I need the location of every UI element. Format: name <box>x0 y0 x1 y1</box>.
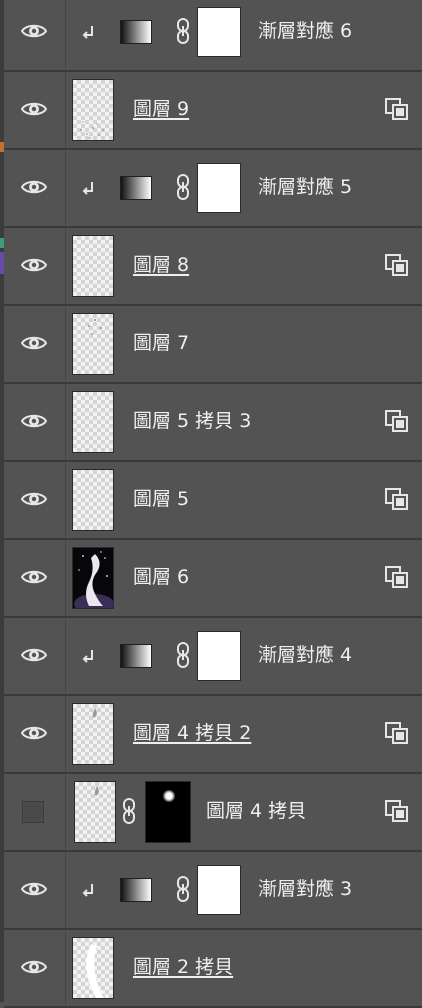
clipping-mask-icon <box>82 180 96 196</box>
visibility-column <box>4 930 66 1006</box>
layer-row[interactable]: 圖層 7 <box>4 306 422 384</box>
visibility-column <box>4 852 66 928</box>
layer-name[interactable]: 圖層 9 <box>133 98 189 120</box>
smart-object-icon <box>384 721 410 745</box>
layer-row[interactable]: 圖層 2 拷貝 <box>4 930 422 1008</box>
smart-object-icon <box>384 799 410 823</box>
link-chain-icon[interactable] <box>122 798 136 824</box>
eye-icon[interactable] <box>20 178 48 196</box>
layer-name[interactable]: 圖層 8 <box>133 254 189 276</box>
layer-row[interactable]: 圖層 9 <box>4 72 422 150</box>
smart-object-icon <box>384 409 410 433</box>
clipping-mask-icon <box>82 24 96 40</box>
gradient-map-icon[interactable] <box>120 878 152 902</box>
layer-row[interactable]: 漸層對應 3 <box>4 852 422 930</box>
layer-mask-thumbnail[interactable] <box>197 7 241 57</box>
layer-name[interactable]: 圖層 7 <box>133 332 189 354</box>
visibility-column <box>4 228 66 304</box>
layer-name[interactable]: 圖層 2 拷貝 <box>133 956 233 978</box>
gradient-map-icon[interactable] <box>120 176 152 200</box>
visibility-toggle-off[interactable] <box>22 801 44 823</box>
smart-object-icon <box>384 487 410 511</box>
layer-row[interactable]: 漸層對應 6 <box>4 0 422 72</box>
link-chain-icon[interactable] <box>176 174 190 200</box>
layer-thumbnail[interactable] <box>72 391 114 453</box>
layer-mask-thumbnail[interactable] <box>145 781 191 843</box>
layer-name[interactable]: 漸層對應 5 <box>258 176 352 198</box>
layer-name[interactable]: 圖層 5 <box>133 488 189 510</box>
link-chain-icon[interactable] <box>176 876 190 902</box>
link-chain-icon[interactable] <box>176 642 190 668</box>
layer-row[interactable]: 圖層 5 <box>4 462 422 540</box>
eye-icon[interactable] <box>20 334 48 352</box>
layer-name[interactable]: 漸層對應 6 <box>258 20 352 42</box>
visibility-column <box>4 774 66 850</box>
mask-highlight <box>163 790 175 802</box>
layer-row[interactable]: 漸層對應 4 <box>4 618 422 696</box>
layer-row[interactable]: 圖層 8 <box>4 228 422 306</box>
layer-thumbnail[interactable] <box>72 79 114 141</box>
layer-row[interactable]: 圖層 4 拷貝 <box>4 774 422 852</box>
layer-thumbnail[interactable] <box>72 469 114 531</box>
eye-icon[interactable] <box>20 646 48 664</box>
layer-row[interactable]: 圖層 4 拷貝 2 <box>4 696 422 774</box>
layer-name[interactable]: 圖層 4 拷貝 <box>206 800 306 822</box>
layer-row[interactable]: 圖層 5 拷貝 3 <box>4 384 422 462</box>
layer-row[interactable]: 圖層 6 <box>4 540 422 618</box>
layer-name[interactable]: 漸層對應 3 <box>258 878 352 900</box>
gradient-map-icon[interactable] <box>120 20 152 44</box>
visibility-column <box>4 696 66 772</box>
eye-icon[interactable] <box>20 958 48 976</box>
layer-mask-thumbnail[interactable] <box>197 163 241 213</box>
smart-object-icon <box>384 565 410 589</box>
layer-mask-thumbnail[interactable] <box>197 865 241 915</box>
eye-icon[interactable] <box>20 256 48 274</box>
layer-thumbnail[interactable] <box>72 235 114 297</box>
layer-name[interactable]: 漸層對應 4 <box>258 644 352 666</box>
layer-thumbnail[interactable] <box>72 703 114 765</box>
clipping-mask-icon <box>82 882 96 898</box>
visibility-column <box>4 540 66 616</box>
layer-thumbnail[interactable] <box>72 937 114 999</box>
layer-thumbnail[interactable] <box>72 547 114 609</box>
visibility-column <box>4 150 66 226</box>
visibility-column <box>4 462 66 538</box>
eye-icon[interactable] <box>20 568 48 586</box>
gradient-map-icon[interactable] <box>120 644 152 668</box>
layer-thumbnail[interactable] <box>72 313 114 375</box>
visibility-column <box>4 384 66 460</box>
eye-icon[interactable] <box>20 22 48 40</box>
layer-row[interactable]: 漸層對應 5 <box>4 150 422 228</box>
eye-icon[interactable] <box>20 100 48 118</box>
eye-icon[interactable] <box>20 412 48 430</box>
eye-icon[interactable] <box>20 880 48 898</box>
layer-name[interactable]: 圖層 6 <box>133 566 189 588</box>
smart-object-icon <box>384 253 410 277</box>
link-chain-icon[interactable] <box>176 18 190 44</box>
eye-icon[interactable] <box>20 724 48 742</box>
clipping-mask-icon <box>82 648 96 664</box>
smart-object-icon <box>384 97 410 121</box>
eye-icon[interactable] <box>20 490 48 508</box>
visibility-column <box>4 618 66 694</box>
layer-name[interactable]: 圖層 5 拷貝 3 <box>133 410 251 432</box>
layer-name[interactable]: 圖層 4 拷貝 2 <box>133 722 251 744</box>
layer-thumbnail[interactable] <box>74 781 116 843</box>
layer-mask-thumbnail[interactable] <box>197 631 241 681</box>
visibility-column <box>4 306 66 382</box>
visibility-column <box>4 0 66 70</box>
visibility-column <box>4 72 66 148</box>
